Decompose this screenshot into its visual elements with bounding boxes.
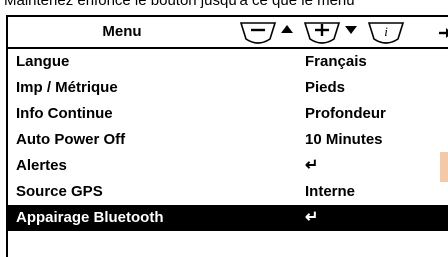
minus-up-arrow-icon bbox=[240, 22, 293, 44]
enter-icon: ↵ bbox=[305, 157, 319, 174]
exit-button[interactable] bbox=[438, 22, 448, 44]
plus-down-button[interactable] bbox=[304, 20, 364, 44]
row-value: Profondeur bbox=[305, 105, 386, 122]
row-label: Alertes bbox=[16, 157, 67, 174]
row-label: Imp / Métrique bbox=[16, 79, 118, 96]
menu-row-appairage-bluetooth[interactable]: Appairage Bluetooth ↵ bbox=[8, 205, 448, 231]
row-label: Info Continue bbox=[16, 105, 113, 122]
row-label: Appairage Bluetooth bbox=[16, 209, 164, 226]
instruction-text: Maintenez enfoncé le bouton jusqu'à ce q… bbox=[4, 0, 355, 9]
row-value: Interne bbox=[305, 183, 356, 200]
row-label: Source GPS bbox=[16, 183, 103, 200]
row-label: Auto Power Off bbox=[16, 131, 126, 148]
row-value: Français bbox=[305, 53, 367, 70]
menu-row-imp-metrique[interactable]: Imp / Métrique Pieds bbox=[8, 75, 448, 101]
menu-row-auto-power-off[interactable]: Auto Power Off 10 Minutes bbox=[8, 127, 448, 153]
menu-title: Menu bbox=[102, 23, 142, 40]
menu-row-alertes[interactable]: Alertes ↵ bbox=[8, 153, 448, 179]
info-button[interactable]: i bbox=[368, 20, 408, 44]
minus-up-button[interactable] bbox=[240, 20, 300, 44]
menu-row-source-gps[interactable]: Source GPS Interne bbox=[8, 179, 448, 205]
info-icon: i bbox=[368, 22, 405, 44]
svg-text:i: i bbox=[384, 24, 388, 39]
plus-down-arrow-icon bbox=[304, 22, 357, 44]
enter-icon: ↵ bbox=[305, 209, 319, 226]
row-value: Pieds bbox=[305, 79, 346, 96]
row-value: 10 Minutes bbox=[305, 131, 383, 148]
exit-icon bbox=[439, 28, 448, 38]
menu-row-info-continue[interactable]: Info Continue Profondeur bbox=[8, 101, 448, 127]
menu-panel: Menu i Langue Français Imp / Métrique Pi… bbox=[6, 15, 448, 257]
menu-header: Menu i bbox=[8, 17, 448, 49]
row-label: Langue bbox=[16, 53, 70, 70]
side-tab bbox=[440, 152, 448, 182]
menu-row-langue[interactable]: Langue Français bbox=[8, 49, 448, 75]
